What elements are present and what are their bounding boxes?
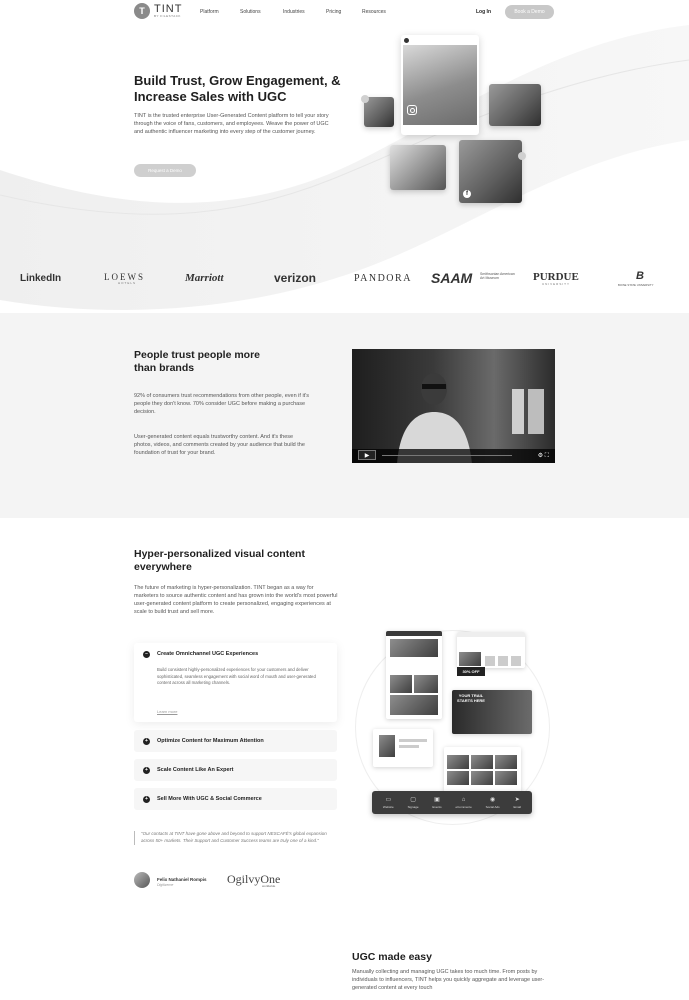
- accordion-item-sell-more[interactable]: + Sell More With UGC & Social Commerce: [134, 788, 337, 810]
- channel-label: Events: [432, 805, 442, 809]
- request-demo-button[interactable]: Request a Demo: [134, 164, 196, 177]
- expand-icon: +: [143, 737, 150, 745]
- testimonial-avatar: [134, 872, 150, 888]
- testimonial-video-player[interactable]: ▶ ⚙ ⛶: [352, 349, 555, 463]
- ogilvyone-logo-sub: worldwide: [262, 884, 276, 888]
- ecommerce-screen-mockup: [457, 632, 525, 668]
- product-screen-mockup: [373, 729, 433, 767]
- ecommerce-icon: ⌂: [461, 797, 466, 803]
- logo-saam-sub: Smithsonian American Art Museum: [480, 272, 515, 280]
- video-settings-icon[interactable]: ⚙ ⛶: [538, 452, 549, 460]
- trust-section: [0, 313, 689, 518]
- nav-solutions[interactable]: Solutions: [240, 9, 261, 15]
- video-progress-track[interactable]: [382, 455, 512, 456]
- channel-ecommerce[interactable]: ⌂ eCommerce: [455, 796, 471, 809]
- tint-logo[interactable]: T TINT BY FILESTACK: [134, 3, 182, 19]
- nav-resources[interactable]: Resources: [362, 9, 386, 15]
- customer-quote: "Our contacts at TINT have gone above an…: [134, 831, 337, 845]
- post-avatar: [404, 38, 409, 43]
- client-logo-strip: LinkedIn LOEWS HOTELS Marriott verizon P…: [0, 270, 689, 288]
- logo-linkedin: LinkedIn: [20, 273, 62, 284]
- channel-bar: ▭ Website ▢ Signage ▣ Events ⌂ eCommerce…: [372, 791, 532, 814]
- learn-more-link[interactable]: Learn more: [157, 709, 177, 714]
- promo-badge: 30% OFF: [457, 667, 485, 676]
- hero-title: Build Trust, Grow Engagement, & Increase…: [134, 73, 341, 104]
- accordion-body: Build consistent highly-personalized exp…: [157, 667, 316, 685]
- channel-label: Signage: [407, 805, 419, 809]
- trust-title: People trust people more than brands: [134, 349, 261, 374]
- accordion-label: Optimize Content for Maximum Attention: [157, 738, 264, 744]
- channel-signage[interactable]: ▢ Signage: [408, 796, 419, 809]
- channel-label: Email: [513, 805, 521, 809]
- signage-headline: YOUR TRAIL STARTS HERE: [457, 693, 485, 703]
- decor-dot: [518, 152, 526, 160]
- social-ads-icon: ◉: [490, 797, 496, 803]
- video-background-lights: [512, 389, 544, 434]
- accordion-item-optimize[interactable]: + Optimize Content for Maximum Attention: [134, 730, 337, 752]
- channel-events[interactable]: ▣ Events: [432, 796, 441, 809]
- hyper-description: The future of marketing is hyper-persona…: [134, 585, 338, 615]
- testimonial-role: Digitizeme: [157, 883, 174, 887]
- channel-email[interactable]: ➤ Email: [513, 796, 521, 809]
- logo-boise-state-sub: BOISE STATE UNIVERSITY: [618, 283, 654, 287]
- login-link[interactable]: Log In: [476, 9, 491, 15]
- logo-saam: SAAM: [431, 270, 473, 286]
- channel-social-ads[interactable]: ◉ Social Ads: [486, 796, 500, 809]
- channel-label: eCommerce: [455, 805, 472, 809]
- hero-description: TINT is the trusted enterprise User-Gene…: [134, 113, 329, 135]
- logo-boise-state: B: [636, 270, 644, 282]
- tint-logo-icon: T: [134, 3, 150, 19]
- gallery-screen-mockup: [444, 747, 521, 792]
- nav-industries[interactable]: Industries: [283, 9, 305, 15]
- channel-website[interactable]: ▭ Website: [383, 796, 394, 809]
- expand-icon: +: [143, 766, 150, 774]
- nav-pricing[interactable]: Pricing: [326, 9, 341, 15]
- instagram-post-card: [401, 35, 479, 135]
- channel-label: Website: [382, 805, 394, 809]
- ugc-photo-small: [364, 97, 394, 127]
- logo-subtitle: BY FILESTACK: [154, 14, 181, 18]
- accordion-item-scale[interactable]: + Scale Content Like An Expert: [134, 759, 337, 781]
- logo-verizon: verizon: [274, 271, 317, 285]
- facebook-icon: f: [463, 190, 471, 198]
- instagram-icon: [407, 105, 417, 115]
- trust-paragraph-1: 92% of consumers trust recommendations f…: [134, 393, 309, 415]
- accordion-label: Sell More With UGC & Social Commerce: [157, 796, 262, 802]
- hyper-title: Hyper-personalized visual content everyw…: [134, 548, 305, 573]
- accordion-label: Scale Content Like An Expert: [157, 767, 234, 773]
- ugc-title: UGC made easy: [352, 951, 432, 963]
- decor-dot: [361, 95, 369, 103]
- website-icon: ▭: [385, 797, 392, 803]
- book-demo-button[interactable]: Book a Demo: [505, 5, 554, 19]
- trust-paragraph-2: User-generated content equals trustworth…: [134, 434, 305, 456]
- logo-marriott: Marriott: [185, 272, 224, 284]
- website-screen-mockup: [386, 631, 442, 719]
- testimonial-name: Felix Nathaniel Rompis: [157, 877, 207, 882]
- accordion-label: Create Omnichannel UGC Experiences: [157, 651, 259, 657]
- play-icon[interactable]: ▶: [358, 450, 376, 460]
- channel-label: Social Ads: [485, 805, 500, 809]
- ugc-photo-group: [489, 84, 541, 126]
- expand-icon: +: [143, 795, 150, 803]
- video-control-bar: ▶ ⚙ ⛶: [352, 449, 555, 463]
- accordion-item-omnichannel[interactable]: – Create Omnichannel UGC Experiences Bui…: [134, 643, 337, 722]
- ugc-description: Manually collecting and managing UGC tak…: [352, 969, 545, 991]
- nav-platform[interactable]: Platform: [200, 9, 219, 15]
- signage-icon: ▢: [410, 797, 416, 803]
- logo-pandora: PANDORA: [354, 273, 412, 284]
- email-icon: ➤: [514, 797, 520, 803]
- collapse-icon: –: [143, 650, 150, 658]
- ugc-photo-food: [390, 145, 446, 190]
- logo-loews-sub: HOTELS: [118, 281, 137, 285]
- logo-purdue-sub: UNIVERSITY: [542, 282, 571, 286]
- events-icon: ▣: [434, 797, 440, 803]
